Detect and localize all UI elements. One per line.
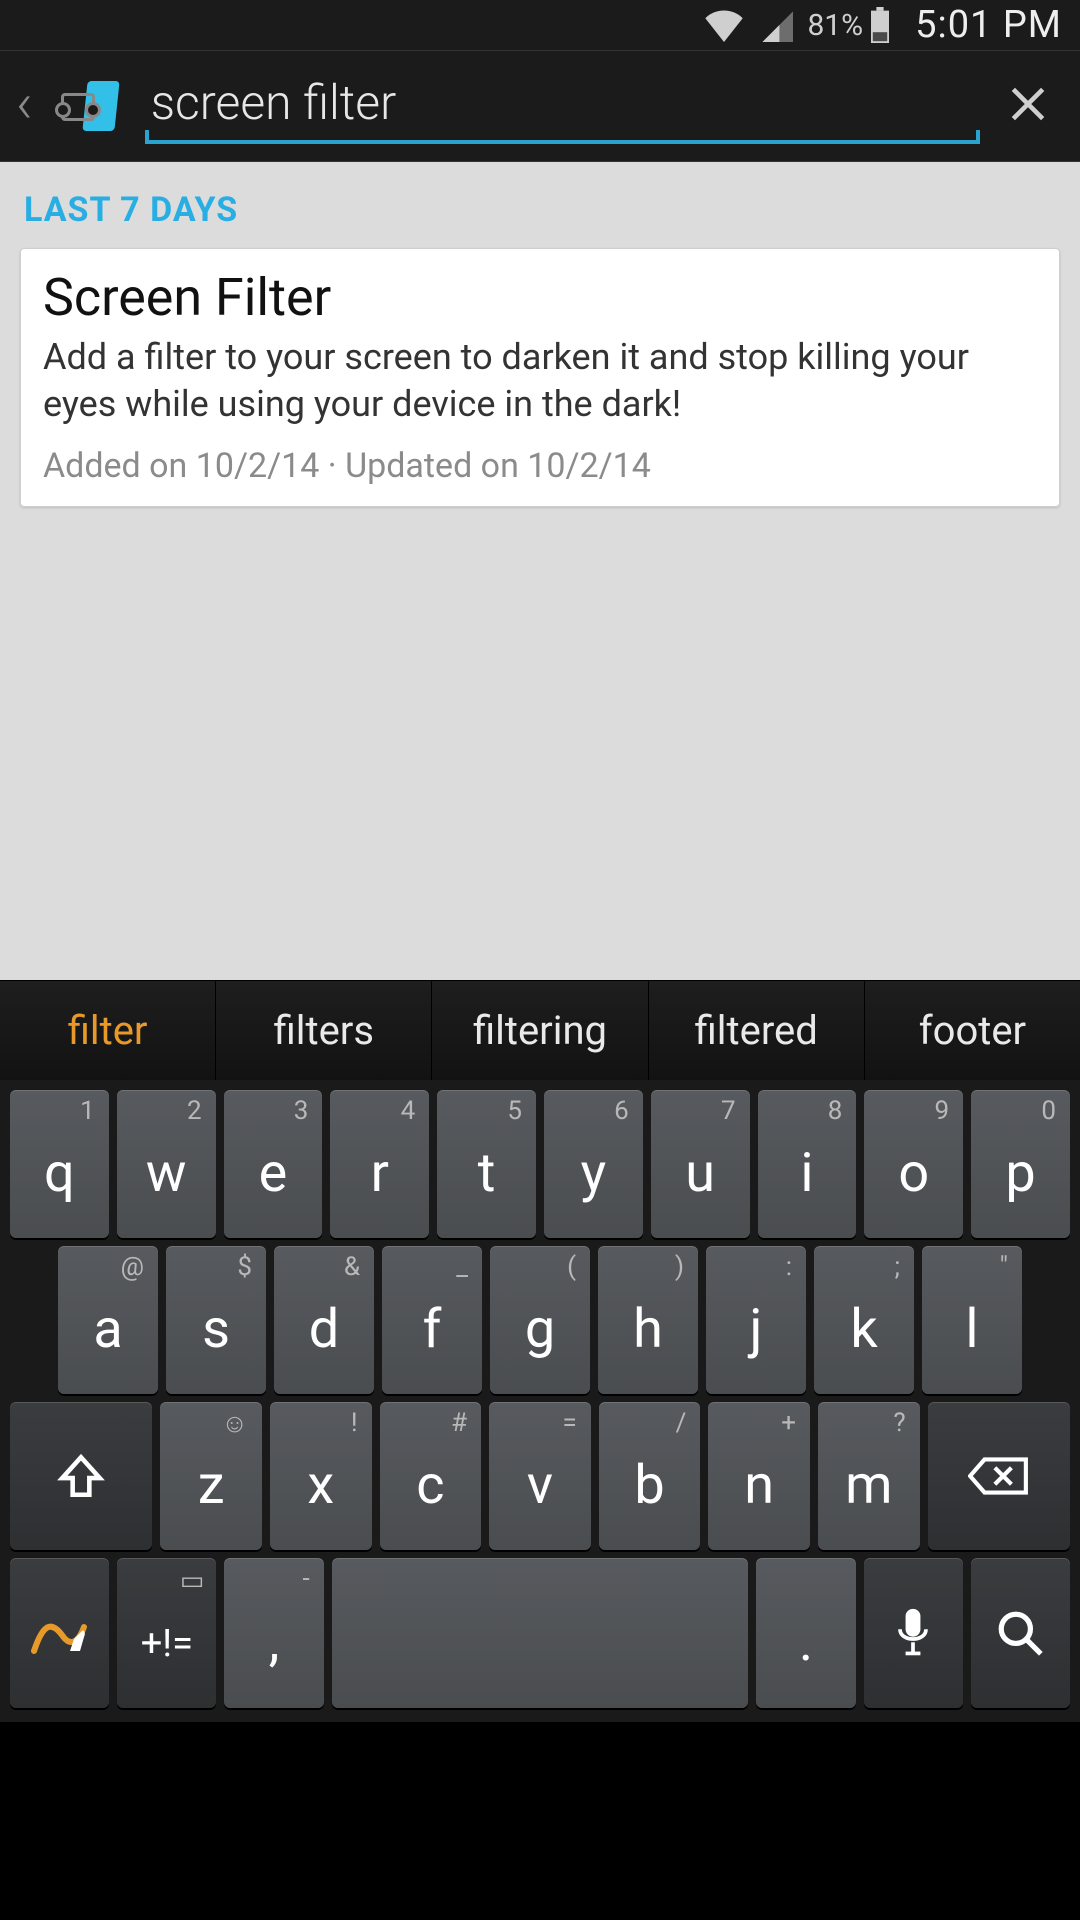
key-space[interactable]	[332, 1558, 749, 1708]
mic-icon	[893, 1607, 933, 1659]
battery-percent: 81%	[807, 8, 863, 43]
key-o[interactable]: 9o	[864, 1090, 963, 1238]
key-a[interactable]: @a	[58, 1246, 158, 1394]
key-period[interactable]: .	[756, 1558, 855, 1708]
suggestion-item[interactable]: filters	[216, 980, 432, 1080]
suggestion-item[interactable]: filtering	[432, 980, 648, 1080]
section-header: LAST 7 DAYS	[20, 184, 1060, 248]
keyboard-row-1: 1q 2w 3e 4r 5t 6y 7u 8i 9o 0p	[4, 1086, 1076, 1242]
key-r[interactable]: 4r	[330, 1090, 429, 1238]
search-icon	[995, 1608, 1045, 1658]
battery-indicator: 81%	[807, 7, 891, 43]
key-u[interactable]: 7u	[651, 1090, 750, 1238]
clock: 5:01 PM	[915, 3, 1062, 47]
swype-icon	[30, 1606, 90, 1660]
key-voice[interactable]	[864, 1558, 963, 1708]
key-search[interactable]	[971, 1558, 1070, 1708]
results-area: LAST 7 DAYS Screen Filter Add a filter t…	[0, 162, 1080, 980]
backspace-icon	[968, 1455, 1030, 1497]
key-g[interactable]: (g	[490, 1246, 590, 1394]
wifi-icon	[703, 8, 745, 42]
key-s[interactable]: $s	[166, 1246, 266, 1394]
result-description: Add a filter to your screen to darken it…	[43, 334, 1037, 428]
app-icon[interactable]	[57, 79, 127, 134]
shift-icon	[56, 1451, 106, 1501]
key-n[interactable]: +n	[708, 1402, 810, 1550]
result-card[interactable]: Screen Filter Add a filter to your scree…	[20, 248, 1060, 507]
key-l[interactable]: "l	[922, 1246, 1022, 1394]
key-i[interactable]: 8i	[758, 1090, 857, 1238]
keyboard-row-3: ☺z !x #c =v /b +n ?m	[4, 1398, 1076, 1554]
key-q[interactable]: 1q	[10, 1090, 109, 1238]
key-x[interactable]: !x	[270, 1402, 372, 1550]
key-m[interactable]: ?m	[818, 1402, 920, 1550]
suggestion-bar: filter filters filtering filtered footer	[0, 980, 1080, 1080]
suggestion-item[interactable]: footer	[865, 980, 1080, 1080]
key-v[interactable]: =v	[489, 1402, 591, 1550]
keyboard-row-2: @a $s &d _f (g )h :j ;k "l	[4, 1242, 1076, 1398]
back-button[interactable]: ‹	[10, 75, 39, 137]
keyboard: 1q 2w 3e 4r 5t 6y 7u 8i 9o 0p @a $s &d _…	[0, 1080, 1080, 1722]
key-j[interactable]: :j	[706, 1246, 806, 1394]
key-shift[interactable]	[10, 1402, 152, 1550]
key-c[interactable]: #c	[380, 1402, 482, 1550]
key-e[interactable]: 3e	[224, 1090, 323, 1238]
search-field-wrap	[145, 68, 980, 144]
key-h[interactable]: )h	[598, 1246, 698, 1394]
key-p[interactable]: 0p	[971, 1090, 1070, 1238]
key-comma[interactable]: - ,	[224, 1558, 323, 1708]
search-input[interactable]	[145, 74, 980, 135]
key-y[interactable]: 6y	[544, 1090, 643, 1238]
suggestion-item[interactable]: filter	[0, 980, 216, 1080]
result-title: Screen Filter	[43, 267, 1037, 328]
key-k[interactable]: ;k	[814, 1246, 914, 1394]
status-bar: 81% 5:01 PM	[0, 0, 1080, 50]
app-bar: ‹	[0, 50, 1080, 162]
keyboard-row-4: ▭ +!= - , .	[4, 1554, 1076, 1712]
key-w[interactable]: 2w	[117, 1090, 216, 1238]
key-f[interactable]: _f	[382, 1246, 482, 1394]
key-swype[interactable]	[10, 1558, 109, 1708]
signal-icon	[759, 8, 793, 42]
key-b[interactable]: /b	[599, 1402, 701, 1550]
key-d[interactable]: &d	[274, 1246, 374, 1394]
result-meta: Added on 10/2/14 · Updated on 10/2/14	[43, 446, 1037, 486]
suggestion-item[interactable]: filtered	[649, 980, 865, 1080]
key-backspace[interactable]	[928, 1402, 1070, 1550]
key-z[interactable]: ☺z	[160, 1402, 262, 1550]
key-symbols[interactable]: ▭ +!=	[117, 1558, 216, 1708]
key-t[interactable]: 5t	[437, 1090, 536, 1238]
clear-search-button[interactable]	[998, 82, 1058, 130]
